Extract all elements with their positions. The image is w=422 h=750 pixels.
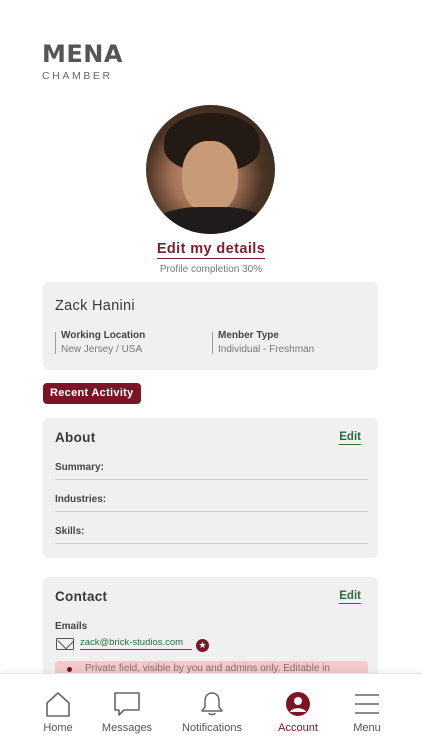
primary-star-icon[interactable]: ★ bbox=[196, 639, 209, 652]
message-icon bbox=[114, 692, 140, 716]
working-location-value: New Jersey / USA bbox=[61, 344, 143, 355]
summary-field[interactable]: Summary: bbox=[55, 460, 368, 480]
tab-account[interactable]: Account bbox=[273, 674, 323, 750]
tab-notifications[interactable]: Notifications bbox=[178, 674, 246, 750]
member-type: Menber Type Individual - Freshman bbox=[212, 330, 314, 355]
bell-icon bbox=[201, 692, 223, 716]
mail-icon bbox=[56, 638, 74, 650]
email-link[interactable]: zack@brick-studios.com bbox=[80, 637, 192, 650]
member-type-value: Individual - Freshman bbox=[218, 344, 315, 355]
member-type-label: Menber Type bbox=[218, 330, 279, 341]
skills-field[interactable]: Skills: bbox=[55, 524, 368, 544]
industries-field[interactable]: Industries: bbox=[55, 492, 368, 512]
tab-messages[interactable]: Messages bbox=[98, 674, 156, 750]
tab-menu[interactable]: Menu bbox=[347, 674, 387, 750]
contact-edit-link[interactable]: Edit bbox=[339, 589, 361, 604]
avatar[interactable] bbox=[146, 105, 275, 234]
menu-icon bbox=[355, 694, 379, 714]
profile-summary-card: Zack Hanini Working Location New Jersey … bbox=[43, 282, 378, 370]
logo-wordmark: MENA bbox=[42, 40, 123, 68]
mena-chamber-logo: MENA CHAMBER bbox=[42, 42, 132, 82]
working-location: Working Location New Jersey / USA bbox=[55, 330, 145, 355]
profile-name: Zack Hanini bbox=[55, 298, 135, 314]
home-icon bbox=[46, 692, 70, 717]
about-title: About bbox=[55, 430, 96, 445]
working-location-label: Working Location bbox=[61, 330, 146, 341]
about-card: About Edit Summary: Industries: Skills: bbox=[43, 418, 378, 558]
account-icon bbox=[286, 692, 310, 716]
contact-title: Contact bbox=[55, 589, 108, 604]
logo-subtitle: CHAMBER bbox=[42, 70, 113, 82]
tab-home[interactable]: Home bbox=[34, 674, 82, 750]
recent-activity-button[interactable]: Recent Activity bbox=[43, 383, 141, 404]
bottom-tab-bar: Home Messages Notifications Account Menu bbox=[0, 673, 422, 750]
edit-my-details-link[interactable]: Edit my details bbox=[156, 241, 266, 259]
profile-completion: Profile completion 30% bbox=[159, 264, 263, 275]
emails-label: Emails bbox=[55, 621, 88, 632]
about-edit-link[interactable]: Edit bbox=[339, 430, 361, 445]
contact-card: Contact Edit Emails zack@brick-studios.c… bbox=[43, 577, 378, 679]
